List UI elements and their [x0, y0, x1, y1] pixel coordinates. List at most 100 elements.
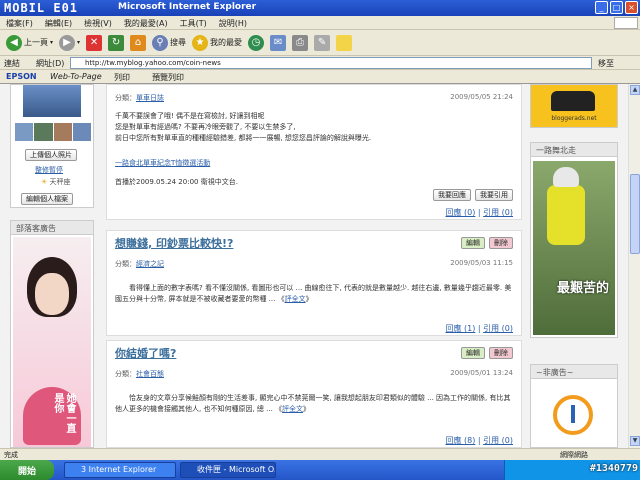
cite-action-button[interactable]: 我要引用: [475, 189, 513, 201]
category-link[interactable]: 經濟之記: [136, 260, 164, 268]
search-button[interactable]: ⚲ 搜尋: [152, 34, 187, 51]
window-title: Microsoft Internet Explorer: [118, 2, 257, 12]
profile-photo[interactable]: [23, 85, 81, 117]
upload-photo-button[interactable]: 上傳個人照片: [25, 149, 77, 161]
scroll-up-icon[interactable]: ▲: [630, 85, 640, 95]
clock-hand: [571, 405, 575, 423]
bloggerads-label: bloggerads.net: [551, 115, 597, 122]
address-label: 網址(D): [36, 59, 65, 68]
site-logo: MOBIL E01: [4, 1, 79, 15]
taskbar: 開始 3 Internet Explorer 收件匣 - Microsoft O…: [0, 460, 640, 480]
cite-count-link[interactable]: 引用 (0): [483, 208, 513, 217]
menu-edit[interactable]: 編輯(E): [39, 16, 78, 29]
back-dropdown-icon[interactable]: ▾: [50, 39, 53, 46]
photo-thumb[interactable]: [15, 123, 34, 141]
address-input[interactable]: http://tw.myblog.yahoo.com/coin-news: [70, 57, 592, 69]
post-meta: 分類：社會百態 2009/05/01 13:24: [115, 369, 513, 381]
left-sidebar: 上傳個人照片 整修暫停 ☀ 天秤座 編輯個人檔案 部落客廣告 她會一直是你: [4, 84, 96, 448]
edit-profile-button[interactable]: 編輯個人檔案: [21, 193, 73, 205]
delete-button[interactable]: 刪除: [489, 237, 513, 249]
forward-arrow-icon: ▶: [59, 34, 76, 51]
watermark: #1340779: [589, 463, 638, 474]
cycling-header: 一路舞北走: [531, 143, 617, 157]
event-link[interactable]: 一路食北單車紀念T恤徵選活動: [115, 159, 210, 167]
post-line: 您是對單車有經過嗎? 不要再冷眼旁觀了, 不要以生禁多了,: [115, 123, 296, 131]
stop-icon[interactable]: ✕: [86, 34, 103, 51]
go-button[interactable]: 移至: [598, 58, 614, 69]
zone-text: 網際網路: [560, 451, 588, 459]
photo-thumb[interactable]: [34, 123, 53, 141]
post-line: 前日中您所有對單車直的種種經驗錯差, 都將一一展暢, 想您您昌評論的解說與曝光.: [115, 134, 372, 142]
menu-file[interactable]: 檔案(F): [0, 16, 39, 29]
post-date: 2009/05/03 11:15: [450, 259, 513, 267]
status-bar: 完成 網際網路: [0, 448, 640, 460]
cite-count-link[interactable]: 引用 (0): [483, 324, 513, 333]
photo-thumb[interactable]: [53, 123, 72, 141]
bloggerads-badge[interactable]: bloggerads.net: [530, 84, 618, 128]
print-button[interactable]: 列印: [114, 72, 130, 83]
edit-icon[interactable]: ✎: [314, 34, 331, 51]
mail-icon[interactable]: ✉: [270, 34, 287, 51]
print-preview-button[interactable]: 預覽列印: [152, 72, 184, 83]
post-date: 2009/05/01 13:24: [450, 369, 513, 377]
reply-count-link[interactable]: 回應 (8): [445, 436, 475, 445]
reply-count-link[interactable]: 回應 (0): [445, 208, 475, 217]
taskbar-item-ie[interactable]: 3 Internet Explorer: [64, 462, 176, 478]
home-icon[interactable]: ⌂: [130, 34, 147, 51]
page-content: 上傳個人照片 整修暫停 ☀ 天秤座 編輯個人檔案 部落客廣告 她會一直是你 分類…: [0, 84, 628, 448]
blog-post: 想賺錢, 印鈔票比較快!? 編輯 刪除 分類：經濟之記 2009/05/03 1…: [106, 230, 522, 336]
edit-button[interactable]: 編輯: [461, 347, 485, 359]
category-label: 分類：: [115, 370, 136, 378]
cite-count-link[interactable]: 引用 (0): [483, 436, 513, 445]
read-more-link[interactable]: 評全文: [285, 295, 306, 303]
post-title[interactable]: 想賺錢, 印鈔票比較快!?: [115, 235, 513, 251]
notes-icon[interactable]: [336, 34, 353, 51]
minimize-button[interactable]: _: [595, 1, 608, 14]
status-text: 完成: [4, 451, 18, 459]
menu-view[interactable]: 檢視(V): [78, 16, 118, 29]
refresh-icon[interactable]: ↻: [108, 34, 125, 51]
menu-favorites[interactable]: 我的最愛(A): [118, 16, 174, 29]
clock-logo-icon[interactable]: [553, 395, 593, 435]
category-link[interactable]: 社會百態: [136, 370, 164, 378]
taskbar-item-outlook[interactable]: 收件匣 - Microsoft O...: [180, 462, 276, 478]
title-bar: MOBIL E01 Microsoft Internet Explorer _ …: [0, 0, 640, 16]
menu-tools[interactable]: 工具(T): [174, 16, 213, 29]
links-label[interactable]: 連結: [4, 58, 20, 69]
vertical-scrollbar[interactable]: ▲ ▼: [628, 84, 640, 448]
cycling-photo[interactable]: 最艱苦的: [533, 161, 615, 335]
forward-button[interactable]: ▶ ▾: [59, 34, 80, 51]
read-more-link[interactable]: 評全文: [282, 405, 303, 413]
profile-panel: 上傳個人照片 整修暫停 ☀ 天秤座 編輯個人檔案: [10, 84, 94, 208]
post-title[interactable]: 你結婚了嗎?: [115, 345, 513, 361]
star-icon: ★: [192, 34, 209, 51]
post-excerpt: 看得懂上面的數字表嗎? 看不懂沒關係, 看圖形也可以 ... 曲線愈往下, 代表…: [115, 284, 512, 303]
web-to-page-label[interactable]: Web-To-Page: [50, 72, 102, 81]
category-label: 分類：: [115, 94, 136, 102]
favorites-button[interactable]: ★ 我的最愛: [192, 34, 242, 51]
close-button[interactable]: ×: [625, 1, 638, 14]
raincoat-figure: [547, 185, 585, 245]
scroll-down-icon[interactable]: ▼: [630, 436, 640, 446]
cow-icon: [551, 91, 595, 111]
blog-post: 你結婚了嗎? 編輯 刪除 分類：社會百態 2009/05/01 13:24 恰友…: [106, 340, 522, 448]
reply-action-button[interactable]: 我要回應: [433, 189, 471, 201]
history-icon[interactable]: ◷: [248, 34, 265, 51]
forward-dropdown-icon[interactable]: ▾: [77, 39, 80, 46]
print-icon[interactable]: ⎙: [292, 34, 309, 51]
photo-thumb[interactable]: [72, 123, 91, 141]
post-body: 千萬不要誤會了哦! 偶不是在寫檢討, 好讓到相呢 您是對單車有經過嗎? 不要再冷…: [115, 111, 513, 188]
edit-button[interactable]: 編輯: [461, 237, 485, 249]
search-label: 搜尋: [170, 38, 187, 47]
start-button[interactable]: 開始: [0, 460, 54, 480]
maximize-button[interactable]: □: [610, 1, 623, 14]
scroll-thumb[interactable]: [630, 174, 640, 254]
delete-button[interactable]: 刪除: [489, 347, 513, 359]
back-arrow-icon: ◀: [6, 34, 22, 51]
status-link[interactable]: 整修暫停: [35, 165, 63, 175]
reply-count-link[interactable]: 回應 (1): [445, 324, 475, 333]
menu-help[interactable]: 說明(H): [213, 16, 253, 29]
category-link[interactable]: 單車日誌: [136, 94, 164, 102]
ad-banner[interactable]: 她會一直是你: [13, 237, 91, 447]
back-button[interactable]: ◀ 上一頁 ▾: [6, 34, 53, 51]
